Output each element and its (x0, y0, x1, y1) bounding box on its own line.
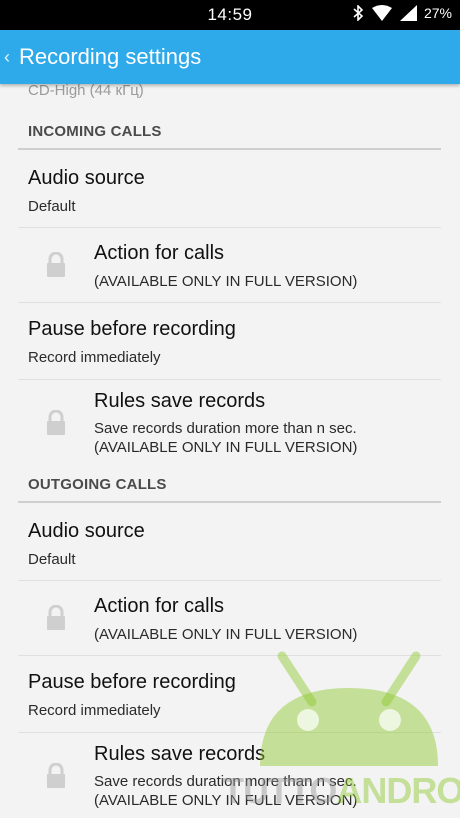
item-summary: (AVAILABLE ONLY IN FULL VERSION) (94, 626, 358, 643)
bluetooth-icon (353, 5, 364, 21)
item-title: Rules save records (94, 743, 266, 765)
signal-icon (399, 5, 417, 21)
item-summary: Save records duration more than n sec. (94, 420, 357, 437)
item-summary: Record immediately (28, 349, 161, 366)
item-summary: Default (28, 551, 76, 568)
item-summary: (AVAILABLE ONLY IN FULL VERSION) (94, 273, 358, 290)
status-bar: 14:59 27% (0, 0, 460, 30)
item-summary: Default (28, 198, 76, 215)
wifi-icon (371, 5, 392, 21)
outgoing-pause-before-recording-item[interactable]: Pause before recording Record immediatel… (0, 656, 460, 732)
status-icons: 27% (353, 5, 452, 21)
audio-quality-summary: CD-High (44 кГц) (28, 84, 144, 99)
item-title: Action for calls (94, 595, 225, 617)
page-title[interactable]: Recording settings (19, 44, 201, 70)
outgoing-audio-source-item[interactable]: Audio source Default (0, 503, 460, 579)
item-title: Pause before recording (28, 671, 236, 693)
lock-icon (47, 410, 65, 435)
incoming-pause-before-recording-item[interactable]: Pause before recording Record immediatel… (0, 303, 460, 379)
watermark-text: TUTTOANDROID (222, 770, 460, 811)
outgoing-action-for-calls-item[interactable]: Action for calls (AVAILABLE ONLY IN FULL… (0, 581, 460, 655)
outgoing-calls-header: OUTGOING CALLS (28, 476, 167, 493)
item-summary: Record immediately (28, 702, 161, 719)
lock-icon (47, 605, 65, 630)
item-title: Action for calls (94, 242, 225, 264)
item-title: Audio source (28, 520, 145, 542)
app-bar: ‹ Recording settings (0, 30, 460, 84)
item-title: Pause before recording (28, 318, 236, 340)
incoming-audio-source-item[interactable]: Audio source Default (0, 150, 460, 226)
back-icon[interactable]: ‹ (4, 47, 18, 68)
settings-list[interactable]: CD-High (44 кГц) INCOMING CALLS Audio so… (0, 84, 460, 818)
item-summary-note: (AVAILABLE ONLY IN FULL VERSION) (94, 439, 358, 456)
incoming-action-for-calls-item[interactable]: Action for calls (AVAILABLE ONLY IN FULL… (0, 228, 460, 302)
item-title: Audio source (28, 167, 145, 189)
battery-percent: 27% (423, 5, 452, 21)
incoming-rules-save-records-item[interactable]: Rules save records Save records duration… (0, 380, 460, 462)
incoming-calls-header: INCOMING CALLS (28, 123, 162, 140)
lock-icon (47, 763, 65, 788)
lock-icon (47, 252, 65, 277)
item-title: Rules save records (94, 390, 266, 412)
